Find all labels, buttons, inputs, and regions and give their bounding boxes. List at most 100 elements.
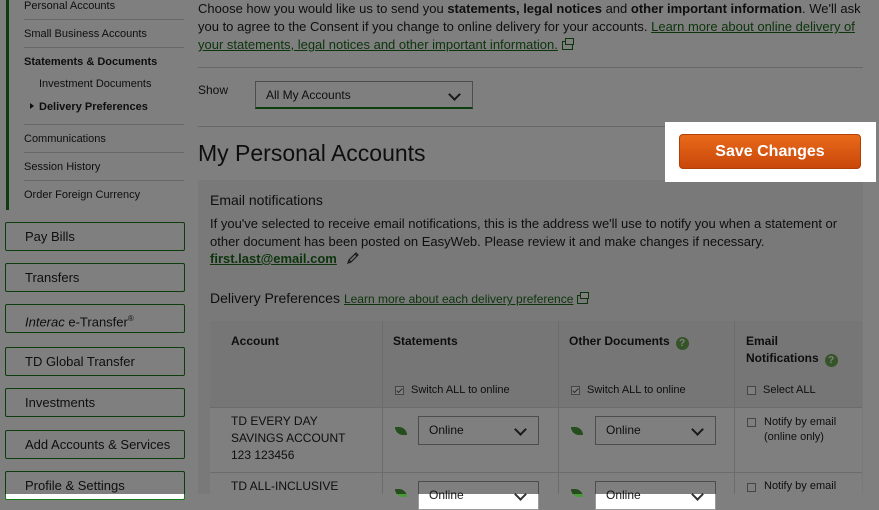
intro-part: and <box>601 1 631 16</box>
switch-all-other-label: Switch ALL to online <box>587 384 686 396</box>
account-name-line: TD ALL-INCLUSIVE <box>231 479 339 493</box>
email-notifications-text: If you've selected to receive email noti… <box>210 216 838 249</box>
subnav-statements-documents[interactable]: Statements & Documents <box>24 56 157 68</box>
column-header-account: Account <box>231 334 279 348</box>
pencil-icon[interactable] <box>346 251 360 265</box>
row-divider <box>210 472 862 473</box>
chevron-down-icon <box>691 488 704 501</box>
switch-all-statements-checkbox[interactable] <box>395 386 404 395</box>
etransfer-label: e-Transfer <box>64 314 128 330</box>
account-name-line: TD EVERY DAY <box>231 414 318 428</box>
leaf-icon <box>395 489 407 497</box>
other-documents-delivery-select[interactable]: Online <box>595 416 716 445</box>
show-accounts-select[interactable]: All My Accounts <box>255 81 473 109</box>
sidebar: Personal Accounts Small Business Account… <box>0 0 190 500</box>
select-all-checkbox[interactable] <box>747 386 756 395</box>
account-name-line: SAVINGS ACCOUNT <box>231 431 346 445</box>
chevron-down-icon <box>448 88 461 101</box>
subnav-delivery-preferences-label: Delivery Preferences <box>39 101 148 113</box>
help-icon[interactable]: ? <box>824 354 838 367</box>
interac-label: Interac <box>25 314 65 330</box>
account-name: TD ALL-INCLUSIVE <box>231 478 338 495</box>
subnav-small-business-accounts[interactable]: Small Business Accounts <box>24 28 147 40</box>
registered-mark: ® <box>127 314 134 323</box>
delivery-preferences-table: Account Statements Switch ALL to online … <box>210 321 862 510</box>
divider <box>24 180 184 181</box>
subnav-communications[interactable]: Communications <box>24 133 106 145</box>
chevron-down-icon <box>514 423 527 436</box>
nav-pay-bills[interactable]: Pay Bills <box>5 222 185 251</box>
divider <box>24 19 184 20</box>
chevron-down-icon <box>514 488 527 501</box>
statements-delivery-value: Online <box>429 423 464 437</box>
column-header-notifications-label: Notifications <box>746 351 819 365</box>
nav-investments[interactable]: Investments <box>5 388 185 417</box>
learn-more-delivery-link[interactable]: Learn more about each delivery preferenc… <box>344 292 573 306</box>
table-header-account: Account <box>210 321 382 407</box>
notify-line: (online only) <box>764 431 824 443</box>
caret-right-icon <box>30 103 34 109</box>
table-header-other-documents: Other Documents? Switch ALL to online <box>559 321 734 407</box>
chevron-down-icon <box>691 423 704 436</box>
nav-profile-settings[interactable]: Profile & Settings <box>5 471 185 500</box>
show-accounts-value: All My Accounts <box>266 88 351 102</box>
page: Personal Accounts Small Business Account… <box>0 0 879 510</box>
account-number: 123 123456 <box>231 448 295 462</box>
divider <box>24 152 184 153</box>
switch-all-statements-label: Switch ALL to online <box>411 384 510 396</box>
statements-delivery-select[interactable]: Online <box>418 481 539 510</box>
subnav-investment-documents[interactable]: Investment Documents <box>39 78 152 90</box>
external-link-icon <box>577 292 590 304</box>
nav-add-accounts-services[interactable]: Add Accounts & Services <box>5 430 185 459</box>
delivery-preferences-title: Delivery Preferences <box>210 290 340 306</box>
intro-text: Choose how you would like us to send you… <box>198 0 863 54</box>
other-documents-delivery-select[interactable]: Online <box>595 481 716 510</box>
subnav-personal-accounts[interactable]: Personal Accounts <box>24 0 115 12</box>
save-changes-button[interactable]: Save Changes <box>679 134 861 169</box>
email-address-link[interactable]: first.last@email.com <box>210 251 337 266</box>
email-notifications-title: Email notifications <box>210 192 323 208</box>
statements-delivery-select[interactable]: Online <box>418 416 539 445</box>
divider <box>198 67 863 68</box>
statements-subnav: Personal Accounts Small Business Account… <box>6 0 189 210</box>
notify-by-email-checkbox[interactable] <box>747 483 756 492</box>
row-divider <box>210 407 862 408</box>
table-header-statements: Statements Switch ALL to online <box>383 321 558 407</box>
show-label: Show <box>198 83 229 97</box>
subnav-order-foreign-currency[interactable]: Order Foreign Currency <box>24 189 140 201</box>
leaf-icon <box>571 427 583 435</box>
intro-bold: statements, legal notices <box>447 1 602 16</box>
help-icon[interactable]: ? <box>675 337 689 350</box>
column-header-other-documents-label: Other Documents <box>569 334 670 348</box>
other-documents-delivery-value: Online <box>606 488 641 502</box>
delivery-preferences-heading: Delivery Preferences Learn more about eac… <box>210 290 590 306</box>
external-link-icon <box>561 38 574 50</box>
statements-delivery-value: Online <box>429 488 464 502</box>
intro-part: Choose how you would like us to send you <box>198 1 448 16</box>
select-all-label: Select ALL <box>763 384 816 396</box>
notify-line: Notify by email <box>764 416 837 428</box>
nav-interac-etransfer[interactable]: Interac e-Transfer® <box>5 304 185 333</box>
page-title: My Personal Accounts <box>198 140 426 166</box>
table-header-email-notifications: Email Notifications? Select ALL <box>735 321 862 407</box>
other-documents-delivery-value: Online <box>606 423 641 437</box>
notify-by-email-checkbox[interactable] <box>747 418 756 427</box>
nav-td-global-transfer[interactable]: TD Global Transfer <box>5 347 185 376</box>
notify-by-email-label: Notify by email <box>764 480 837 492</box>
leaf-icon <box>395 427 407 435</box>
notify-by-email-label: Notify by email (online only) <box>764 415 836 445</box>
column-header-statements: Statements <box>393 334 458 348</box>
intro-bold: other important information <box>630 1 803 16</box>
account-name: TD EVERY DAY SAVINGS ACCOUNT 123 123456 <box>231 413 345 464</box>
column-header-email: Email <box>746 334 779 348</box>
subnav-session-history[interactable]: Session History <box>24 161 100 173</box>
leaf-icon <box>571 489 583 497</box>
divider <box>24 124 184 125</box>
nav-transfers[interactable]: Transfers <box>5 263 185 292</box>
column-header-other-documents: Other Documents? <box>569 334 689 350</box>
email-notifications-panel: Email notifications If you've selected t… <box>198 180 863 510</box>
column-header-notifications: Notifications? <box>746 351 838 367</box>
main-content: Choose how you would like us to send you… <box>198 0 879 510</box>
switch-all-other-checkbox[interactable] <box>571 386 580 395</box>
subnav-delivery-preferences[interactable]: Delivery Preferences <box>30 101 148 113</box>
